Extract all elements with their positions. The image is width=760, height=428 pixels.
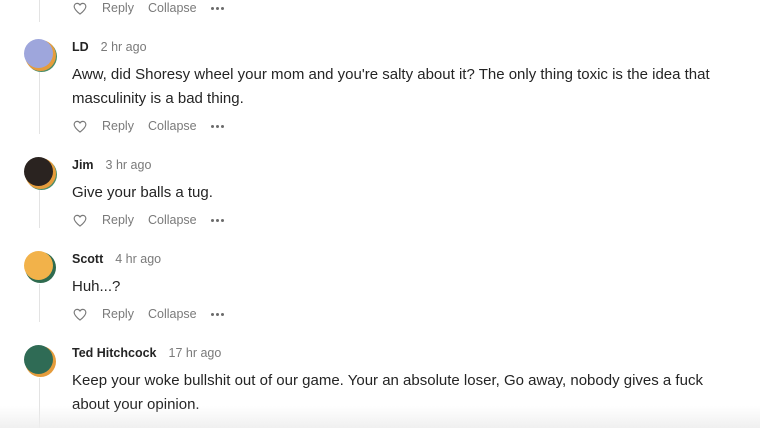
ellipsis-icon[interactable] xyxy=(210,212,224,228)
comment-author[interactable]: Jim xyxy=(72,158,94,172)
comment-body: Huh...? xyxy=(72,278,121,295)
scroll-fade xyxy=(0,406,760,428)
comment-timestamp[interactable]: 4 hr ago xyxy=(115,252,161,266)
collapse-button[interactable]: Collapse xyxy=(148,213,197,227)
comment-author[interactable]: Ted Hitchcock xyxy=(72,346,157,360)
reply-button[interactable]: Reply xyxy=(102,213,134,227)
collapse-button[interactable]: Collapse xyxy=(148,119,197,133)
ellipsis-icon[interactable] xyxy=(210,0,224,16)
heart-icon[interactable] xyxy=(72,118,88,134)
avatar[interactable] xyxy=(24,39,56,71)
comment-actions: Reply Collapse xyxy=(72,306,224,322)
thread-line xyxy=(39,0,40,22)
collapse-button[interactable]: Collapse xyxy=(148,1,197,15)
heart-icon[interactable] xyxy=(72,306,88,322)
comment-actions: Reply Collapse xyxy=(72,118,224,134)
comment-timestamp[interactable]: 17 hr ago xyxy=(169,346,222,360)
comment-body: Give your balls a tug. xyxy=(72,184,213,201)
thread-line xyxy=(39,72,40,134)
avatar[interactable] xyxy=(24,157,56,189)
comment-actions: Reply Collapse xyxy=(72,0,224,16)
thread-line xyxy=(39,190,40,228)
comment-body: Aww, did Shoresy wheel your mom and you'… xyxy=(72,66,710,107)
comment-author[interactable]: Scott xyxy=(72,252,103,266)
comment-author[interactable]: LD xyxy=(72,40,89,54)
avatar[interactable] xyxy=(24,345,56,377)
collapse-button[interactable]: Collapse xyxy=(148,307,197,321)
reply-button[interactable]: Reply xyxy=(102,119,134,133)
heart-icon[interactable] xyxy=(72,212,88,228)
ellipsis-icon[interactable] xyxy=(210,306,224,322)
thread-line xyxy=(39,284,40,322)
ellipsis-icon[interactable] xyxy=(210,118,224,134)
reply-button[interactable]: Reply xyxy=(102,1,134,15)
heart-icon[interactable] xyxy=(72,0,88,16)
comment-timestamp[interactable]: 2 hr ago xyxy=(101,40,147,54)
comment-timestamp[interactable]: 3 hr ago xyxy=(106,158,152,172)
avatar[interactable] xyxy=(24,251,56,283)
reply-button[interactable]: Reply xyxy=(102,307,134,321)
comment-actions: Reply Collapse xyxy=(72,212,224,228)
